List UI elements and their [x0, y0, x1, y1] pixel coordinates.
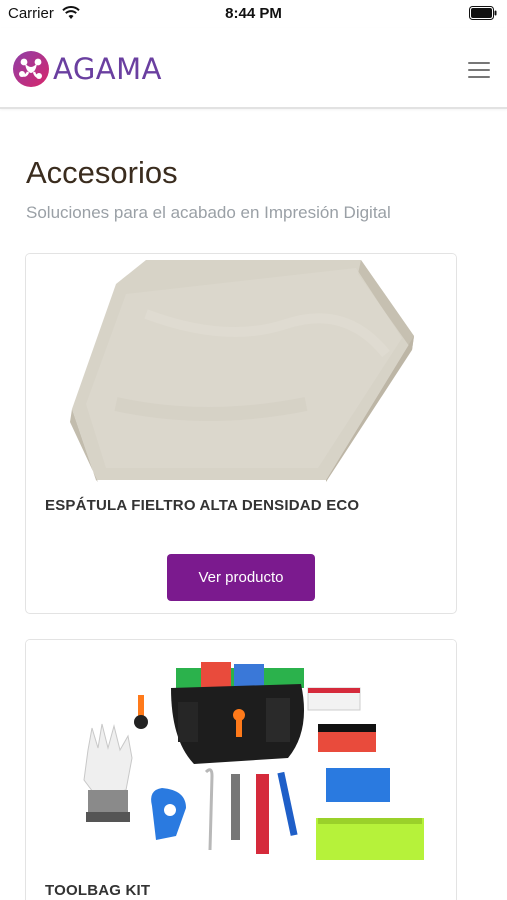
- page-subtitle: Soluciones para el acabado en Impresión …: [26, 203, 391, 222]
- clock-time: 8:44 PM: [225, 5, 282, 22]
- brand-logo[interactable]: AGAMA: [12, 50, 162, 88]
- product-title: TOOLBAG KIT: [45, 882, 151, 899]
- product-title: ESPÁTULA FIELTRO ALTA DENSIDAD ECO: [45, 497, 360, 514]
- status-bar: Carrier 8:44 PM: [0, 0, 507, 28]
- frog-logo-icon: [13, 51, 49, 87]
- toolbag-kit-image[interactable]: [26, 640, 457, 868]
- brand-name: AGAMA: [53, 52, 162, 86]
- navbar: AGAMA: [0, 28, 507, 109]
- felt-squeegee-image[interactable]: [26, 254, 457, 482]
- product-card: TOOLBAG KIT: [25, 639, 457, 900]
- page-title: Accesorios: [26, 155, 178, 190]
- product-card: ESPÁTULA FIELTRO ALTA DENSIDAD ECO Ver p…: [25, 253, 457, 614]
- view-product-button[interactable]: Ver producto: [167, 554, 315, 601]
- hamburger-menu-icon[interactable]: [468, 62, 490, 80]
- battery-icon: [469, 6, 497, 20]
